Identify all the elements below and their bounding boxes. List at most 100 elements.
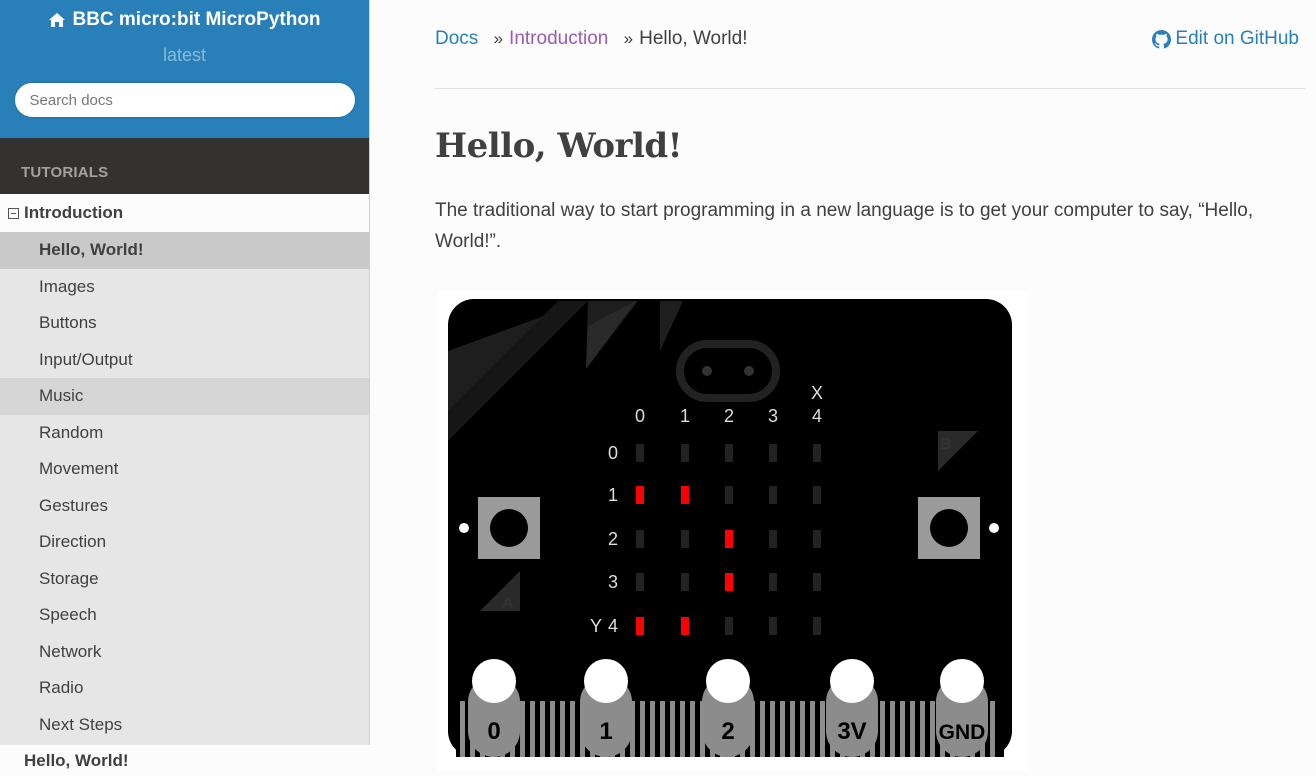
edge-finger [780,701,785,757]
led-off [769,486,777,504]
led-off [769,617,777,635]
led-off [636,444,644,462]
led-off [725,617,733,635]
sidebar-item-radio[interactable]: Radio [0,670,369,707]
led-on [681,617,689,635]
edge-finger [900,701,905,757]
edge-finger [820,701,825,757]
led-off [769,573,777,591]
button-b-cap [930,509,968,547]
edge-finger [790,701,795,757]
pin-hole [584,659,628,703]
caption-text: TUTORIALS [21,164,109,181]
led-off [769,530,777,548]
led-off [813,530,821,548]
breadcrumb-separator: » [623,29,634,48]
logo-dot [702,366,712,376]
logo-dot [744,366,754,376]
search-input[interactable] [13,82,356,118]
edge-finger [920,701,925,757]
button-a-cap [490,509,528,547]
row-label: 0 [608,443,618,463]
led-off [681,573,689,591]
column-label: 1 [680,406,690,426]
sidebar-item-movement[interactable]: Movement [0,451,369,488]
breadcrumb-docs-link[interactable]: Docs [435,28,478,49]
led-on [725,573,733,591]
edge-finger [680,701,685,757]
nav-section-introduction[interactable]: Introduction [0,194,369,232]
led-off [813,617,821,635]
sidebar-header: BBC micro:bit MicroPython latest [0,0,369,138]
x-axis-label: X [811,383,823,403]
main-content: Docs » Introduction » Hello, World! Edit o… [435,0,1305,776]
led-on [681,486,689,504]
pin-label: 0 [487,718,500,745]
collapse-icon[interactable] [8,207,19,219]
sidebar-item-hello-world[interactable]: Hello, World! [0,232,369,269]
breadcrumb-introduction-link[interactable]: Introduction [509,28,608,49]
nav-section-label: Introduction [24,203,124,222]
sidebar-item-network[interactable]: Network [0,634,369,671]
edge-finger [930,701,935,757]
led-off [725,444,733,462]
led-off [636,573,644,591]
project-title: BBC micro:bit MicroPython [72,9,321,30]
row-label: 3 [608,572,618,592]
led-on [636,486,644,504]
edge-finger [690,701,695,757]
sidebar-item-speech[interactable]: Speech [0,597,369,634]
microbit-image: 0 1 2 3 4X01234Y A B 0 1 2 3V GND [438,291,1028,771]
button-a-dot [459,523,469,533]
edge-finger [650,701,655,757]
led-on [636,617,644,635]
edge-finger [660,701,665,757]
edge-finger [800,701,805,757]
led-off [813,486,821,504]
sidebar: BBC micro:bit MicroPython latest TUTORIA… [0,0,370,776]
pin-hole [940,659,984,703]
sidebar-item-next-steps[interactable]: Next Steps [0,707,369,744]
page-title: Hello, World! [435,126,683,166]
project-home-link[interactable]: BBC micro:bit MicroPython [48,9,321,31]
pin-label: 1 [599,718,612,745]
column-label: 0 [635,406,645,426]
intro-paragraph: The traditional way to start programming… [435,200,1254,252]
home-icon [49,13,66,27]
edge-finger [640,701,645,757]
button-a-label: A [502,595,514,612]
breadcrumb-current: Hello, World! [639,28,748,49]
edge-finger [760,701,765,757]
pin-hole [472,659,516,703]
sidebar-item-images[interactable]: Images [0,269,369,306]
sidebar-item-buttons[interactable]: Buttons [0,305,369,342]
github-icon [1152,29,1172,49]
nav-caption: TUTORIALS [0,138,369,194]
led-off [813,573,821,591]
edge-finger [910,701,915,757]
edge-finger [540,701,545,757]
sidebar-item-direction[interactable]: Direction [0,524,369,561]
edge-finger [550,701,555,757]
pin-hole [830,659,874,703]
nav-footer-item[interactable]: Hello, World! [0,745,370,776]
pin-label: 3V [837,718,866,745]
sidebar-item-music[interactable]: Music [0,378,369,415]
breadcrumb-separator: » [493,29,504,48]
edge-finger [520,701,525,757]
edit-on-github-link[interactable]: Edit on GitHub [1152,28,1299,50]
sidebar-item-storage[interactable]: Storage [0,561,369,598]
edge-finger [810,701,815,757]
button-b-dot [989,523,999,533]
row-label: 2 [608,529,618,549]
column-label: 4 [812,406,822,426]
breadcrumb: Docs » Introduction » Hello, World! Edit o… [435,0,1305,89]
led-off [636,530,644,548]
y-axis-label: Y [590,616,602,636]
edit-label: Edit on GitHub [1175,28,1299,49]
sidebar-item-gestures[interactable]: Gestures [0,488,369,525]
column-label: 3 [768,406,778,426]
sidebar-item-input-output[interactable]: Input/Output [0,342,369,379]
version-label: latest [162,45,207,65]
sidebar-item-random[interactable]: Random [0,415,369,452]
